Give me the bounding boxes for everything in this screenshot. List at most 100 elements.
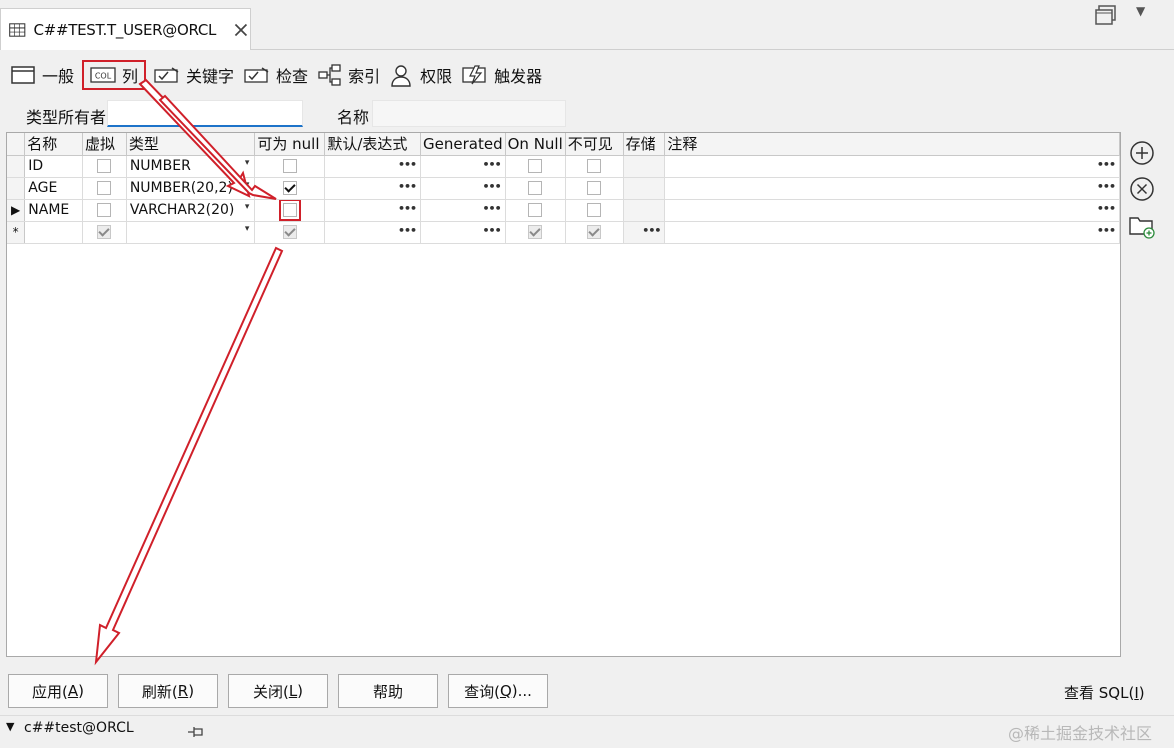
close-button[interactable]: 关闭(L) bbox=[228, 674, 328, 708]
on-null-checkbox[interactable] bbox=[528, 181, 543, 195]
on-null-checkbox[interactable] bbox=[528, 203, 543, 217]
row-marker[interactable]: * bbox=[7, 221, 26, 244]
query-button[interactable]: 查询(Q)... bbox=[448, 674, 548, 708]
cell-storage[interactable] bbox=[623, 155, 666, 178]
cell-nullable[interactable] bbox=[254, 199, 326, 222]
type-dropdown-icon[interactable]: ▾ bbox=[245, 202, 250, 212]
default-ellipsis-button[interactable]: ••• bbox=[398, 158, 417, 171]
type-dropdown-icon[interactable]: ▾ bbox=[245, 180, 250, 190]
nullable-checkbox[interactable] bbox=[282, 159, 297, 173]
tab-columns[interactable]: COL 列 bbox=[82, 60, 147, 90]
comment-ellipsis-button[interactable]: ••• bbox=[1097, 180, 1116, 193]
col-header-comment[interactable]: 注释 bbox=[664, 133, 1120, 156]
refresh-button[interactable]: 刷新(R) bbox=[118, 674, 218, 708]
cell-on-null[interactable] bbox=[505, 221, 566, 244]
window-menu-chevron-icon[interactable]: ▼ bbox=[1136, 4, 1145, 18]
restore-window-icon[interactable] bbox=[1093, 2, 1119, 28]
apply-button[interactable]: 应用(A) bbox=[8, 674, 108, 708]
cell-comment[interactable]: ••• bbox=[664, 155, 1120, 178]
cell-nullable[interactable] bbox=[254, 177, 326, 200]
cell-invisible[interactable] bbox=[565, 155, 624, 178]
status-expand-icon[interactable]: ▼ bbox=[6, 720, 14, 733]
pin-icon[interactable] bbox=[186, 724, 206, 740]
comment-ellipsis-button[interactable]: ••• bbox=[1097, 224, 1116, 237]
cell-virtual[interactable] bbox=[82, 199, 127, 222]
tab-indexes[interactable]: 索引 bbox=[316, 59, 388, 91]
row-marker[interactable]: ▶ bbox=[7, 199, 26, 222]
col-header-virtual[interactable]: 虚拟 bbox=[82, 133, 127, 156]
cell-default[interactable]: ••• bbox=[324, 221, 422, 244]
virtual-checkbox[interactable] bbox=[97, 159, 112, 173]
row-marker[interactable] bbox=[7, 155, 26, 178]
cell-nullable[interactable] bbox=[254, 155, 326, 178]
document-tab[interactable]: C##TEST.T_USER@ORCL bbox=[0, 8, 251, 50]
remove-icon[interactable] bbox=[1128, 175, 1156, 203]
virtual-checkbox[interactable] bbox=[97, 225, 112, 239]
cell-generated[interactable]: ••• bbox=[420, 177, 506, 200]
generated-ellipsis-button[interactable]: ••• bbox=[483, 202, 502, 215]
cell-name[interactable]: ID bbox=[24, 155, 84, 178]
cell-generated[interactable]: ••• bbox=[420, 199, 506, 222]
cell-nullable[interactable] bbox=[254, 221, 326, 244]
cell-type[interactable]: VARCHAR2(20) ▾ bbox=[126, 199, 256, 222]
table-row[interactable]: ▶ NAME VARCHAR2(20) ▾ ••• ••• ••• bbox=[7, 199, 1120, 222]
cell-on-null[interactable] bbox=[505, 177, 566, 200]
nullable-checkbox[interactable] bbox=[282, 181, 297, 195]
col-header-generated[interactable]: Generated bbox=[420, 133, 506, 156]
tab-triggers[interactable]: 触发器 bbox=[460, 59, 550, 91]
cell-name[interactable]: NAME bbox=[24, 199, 84, 222]
virtual-checkbox[interactable] bbox=[97, 203, 112, 217]
invisible-checkbox[interactable] bbox=[587, 225, 602, 239]
row-marker[interactable] bbox=[7, 177, 26, 200]
cell-storage[interactable] bbox=[623, 199, 666, 222]
on-null-checkbox[interactable] bbox=[528, 225, 543, 239]
close-icon[interactable] bbox=[232, 17, 250, 43]
nullable-checkbox[interactable] bbox=[282, 225, 297, 239]
type-dropdown-icon[interactable]: ▾ bbox=[245, 158, 250, 168]
tab-general[interactable]: 一般 bbox=[8, 59, 82, 91]
col-header-storage[interactable]: 存储 bbox=[623, 133, 666, 156]
invisible-checkbox[interactable] bbox=[587, 203, 602, 217]
cell-generated[interactable]: ••• bbox=[420, 155, 506, 178]
cell-comment[interactable]: ••• bbox=[664, 221, 1120, 244]
invisible-checkbox[interactable] bbox=[587, 181, 602, 195]
cell-type[interactable]: NUMBER ▾ bbox=[126, 155, 256, 178]
add-icon[interactable] bbox=[1128, 139, 1156, 167]
cell-name[interactable] bbox=[24, 221, 84, 244]
cell-on-null[interactable] bbox=[505, 199, 566, 222]
cell-virtual[interactable] bbox=[82, 177, 127, 200]
cell-type[interactable]: ▾ bbox=[126, 221, 256, 244]
cell-storage[interactable]: ••• bbox=[623, 221, 666, 244]
folder-add-icon[interactable] bbox=[1128, 212, 1156, 240]
tab-checks[interactable]: 检查 bbox=[242, 59, 316, 91]
col-header-on-null[interactable]: On Null bbox=[505, 133, 566, 156]
comment-ellipsis-button[interactable]: ••• bbox=[1097, 202, 1116, 215]
cell-default[interactable]: ••• bbox=[324, 177, 422, 200]
storage-ellipsis-button[interactable]: ••• bbox=[642, 224, 661, 237]
cell-invisible[interactable] bbox=[565, 199, 624, 222]
cell-default[interactable]: ••• bbox=[324, 155, 422, 178]
table-row[interactable]: AGE NUMBER(20,2) ▾ ••• ••• ••• bbox=[7, 177, 1120, 200]
default-ellipsis-button[interactable]: ••• bbox=[398, 180, 417, 193]
comment-ellipsis-button[interactable]: ••• bbox=[1097, 158, 1116, 171]
default-ellipsis-button[interactable]: ••• bbox=[398, 202, 417, 215]
table-row[interactable]: * ▾ ••• ••• ••• ••• bbox=[7, 221, 1120, 244]
name-input[interactable] bbox=[372, 100, 566, 127]
cell-comment[interactable]: ••• bbox=[664, 177, 1120, 200]
virtual-checkbox[interactable] bbox=[97, 181, 112, 195]
cell-invisible[interactable] bbox=[565, 221, 624, 244]
col-header-type[interactable]: 类型 bbox=[126, 133, 256, 156]
cell-virtual[interactable] bbox=[82, 221, 127, 244]
tab-keys[interactable]: 关键字 bbox=[152, 59, 242, 91]
generated-ellipsis-button[interactable]: ••• bbox=[483, 180, 502, 193]
cell-invisible[interactable] bbox=[565, 177, 624, 200]
cell-storage[interactable] bbox=[623, 177, 666, 200]
owner-input[interactable] bbox=[107, 100, 303, 127]
help-button[interactable]: 帮助 bbox=[338, 674, 438, 708]
cell-default[interactable]: ••• bbox=[324, 199, 422, 222]
col-header-invisible[interactable]: 不可见 bbox=[565, 133, 624, 156]
cell-name[interactable]: AGE bbox=[24, 177, 84, 200]
generated-ellipsis-button[interactable]: ••• bbox=[483, 224, 502, 237]
on-null-checkbox[interactable] bbox=[528, 159, 543, 173]
col-header-nullable[interactable]: 可为 null bbox=[254, 133, 326, 156]
